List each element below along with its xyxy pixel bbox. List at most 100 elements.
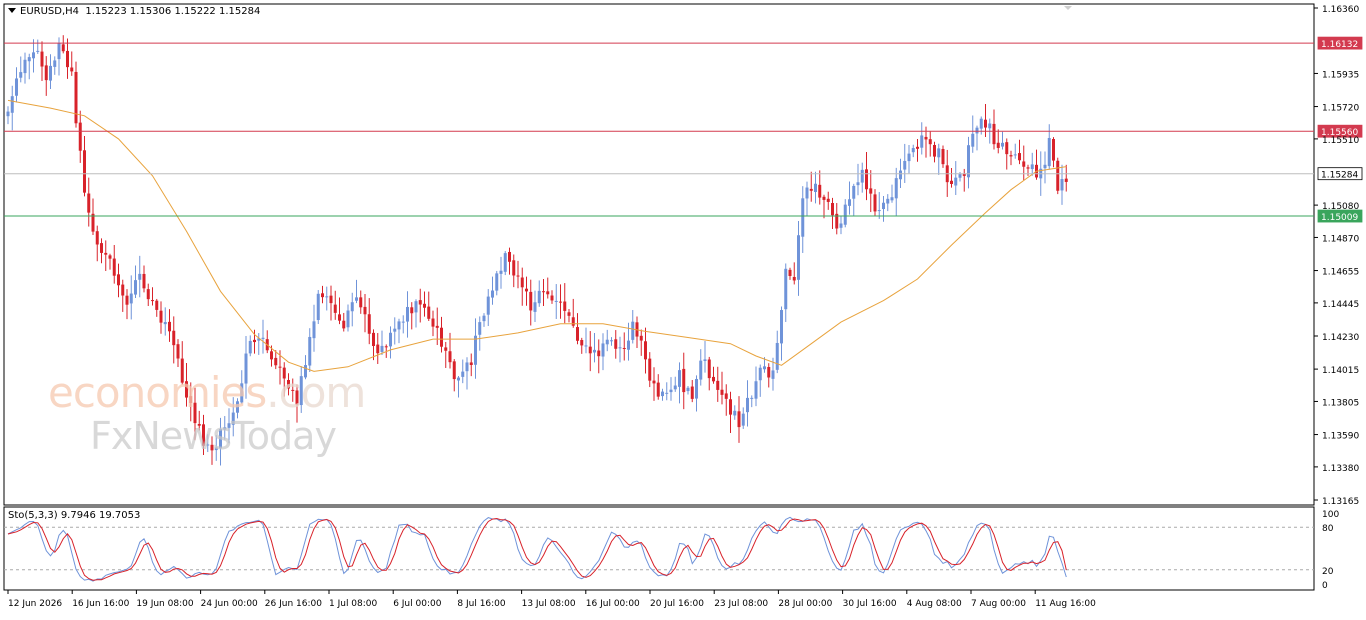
chart-root[interactable]: 1.16132 1.15560 1.15284 1.15009 1.16360 1.159…	[0, 0, 1366, 615]
candle-body	[151, 300, 154, 302]
candle-body	[822, 196, 826, 200]
candle-body	[465, 362, 469, 372]
candle-body	[792, 276, 796, 281]
candle-body	[70, 67, 74, 72]
candle-body	[418, 300, 422, 305]
candle-body	[826, 198, 830, 202]
candle-body	[533, 302, 537, 312]
x-tick-label: 4 Aug 08:00	[907, 599, 962, 609]
candle-body	[469, 362, 473, 365]
candle-body	[852, 185, 856, 199]
candle-body	[10, 96, 14, 113]
chart-header: EURUSD,H4 1.15223 1.15306 1.15222 1.1528…	[8, 6, 260, 17]
candle-body	[338, 314, 341, 321]
candle-body	[763, 366, 766, 370]
candle-body	[746, 397, 749, 413]
candle-body	[274, 357, 278, 366]
candle-body	[312, 321, 316, 339]
candle-body	[66, 50, 69, 68]
candle-body	[53, 60, 57, 67]
level-tag-label: 1.16132	[1321, 40, 1358, 50]
candle-body	[508, 251, 511, 262]
candle-body	[329, 295, 333, 304]
candle-body	[134, 280, 137, 295]
candle-body	[346, 310, 350, 328]
candle-body	[546, 291, 550, 295]
candle-body	[707, 359, 711, 379]
candle-body	[971, 133, 975, 147]
candle-body	[261, 337, 265, 339]
candle-body	[865, 169, 868, 190]
candle-body	[958, 174, 962, 178]
dropdown-triangle-icon[interactable]	[8, 8, 16, 13]
candle-body	[23, 59, 27, 74]
candle-body	[363, 306, 367, 315]
symbol-label: EURUSD,H4	[20, 6, 80, 17]
candle-body	[316, 293, 320, 321]
watermark-fxnewstoday: FxNewsToday	[90, 414, 337, 458]
candle-body	[1056, 160, 1060, 191]
candle-body	[423, 303, 426, 308]
candle-body	[984, 119, 987, 128]
candle-body	[814, 183, 817, 192]
candle-body	[499, 270, 503, 274]
candle-body	[112, 258, 116, 276]
candle-body	[138, 273, 142, 280]
candle-body	[988, 123, 992, 129]
candle-body	[631, 321, 635, 340]
candle-body	[703, 359, 707, 362]
candle-body	[61, 44, 65, 52]
candle-body	[104, 252, 108, 255]
candle-body	[775, 342, 779, 370]
candle-body	[916, 146, 919, 149]
candle-body	[576, 327, 579, 341]
candle-body	[444, 347, 448, 351]
candle	[316, 290, 320, 325]
candle-body	[389, 332, 392, 347]
candle-body	[737, 411, 741, 428]
candle-body	[950, 180, 953, 184]
x-tick-label: 24 Jun 00:00	[201, 599, 258, 609]
candle-body	[121, 284, 125, 296]
candle-body	[40, 51, 44, 67]
candle-body	[44, 65, 48, 81]
candle-body	[427, 306, 431, 319]
candle-body	[954, 177, 958, 186]
y-tick-label: 1.15510	[1322, 136, 1359, 146]
candle-body	[622, 347, 626, 349]
candle-body	[435, 325, 439, 328]
candle-body	[367, 314, 371, 334]
chart-svg[interactable]: 1.161321.155601.152841.150091.163601.159…	[0, 0, 1366, 615]
candle-body	[83, 150, 86, 193]
candle-body	[1052, 139, 1055, 161]
candle-body	[452, 361, 456, 380]
candle-body	[894, 178, 898, 199]
candle-body	[648, 358, 652, 381]
candle-body	[1043, 164, 1047, 169]
candle-body	[967, 145, 970, 178]
candle-body	[801, 198, 805, 237]
candle-body	[32, 52, 35, 59]
candle-body	[168, 321, 171, 332]
candle-body	[95, 231, 99, 245]
candle-body	[656, 382, 660, 397]
candle-body	[563, 301, 567, 311]
candle-body	[270, 351, 273, 360]
candle-body	[618, 347, 622, 349]
candle-body	[350, 302, 354, 312]
candle-body	[410, 307, 414, 314]
candle-body	[1013, 154, 1017, 156]
candle-body	[325, 296, 329, 298]
candle-body	[903, 160, 907, 170]
candle-body	[899, 170, 902, 180]
candle-body	[512, 260, 516, 276]
candle-body	[588, 346, 592, 354]
candle-body	[856, 182, 860, 186]
y-tick-label: 1.15720	[1322, 104, 1359, 114]
candle-body	[758, 367, 762, 381]
sto-tick-label: 100	[1322, 510, 1339, 520]
candle-body	[890, 197, 894, 201]
candle-body	[1047, 138, 1051, 167]
candle-body	[975, 127, 979, 134]
candle-body	[159, 310, 163, 323]
